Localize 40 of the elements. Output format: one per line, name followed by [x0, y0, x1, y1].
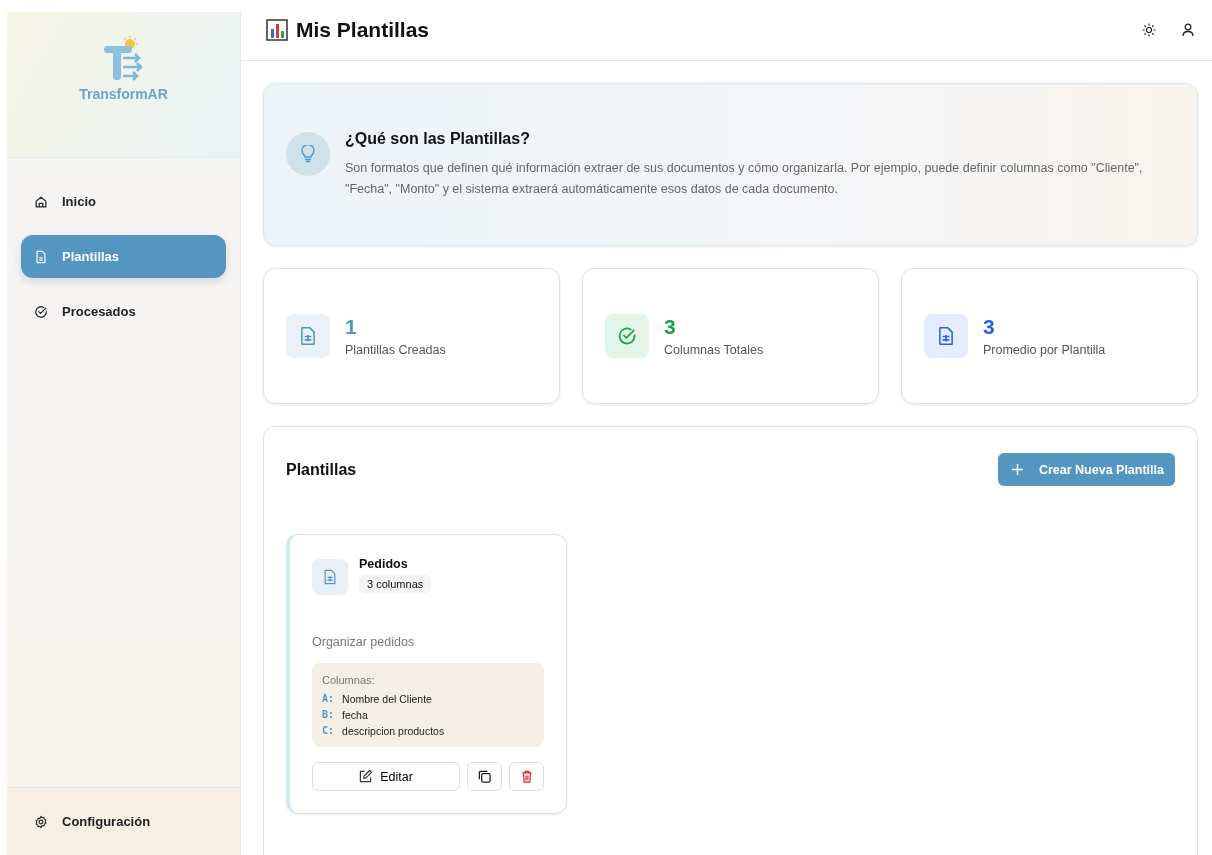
columns-label: Columnas: — [322, 674, 376, 686]
column-name: descripcion productos — [342, 725, 445, 737]
theme-toggle-button[interactable] — [1140, 21, 1158, 39]
column-letter: A: — [322, 693, 335, 705]
info-title: ¿Qué son las Plantillas? — [345, 129, 531, 148]
lightbulb-icon — [286, 131, 330, 176]
duplicate-button[interactable] — [467, 762, 502, 791]
sun-icon — [1142, 23, 1156, 37]
stat-value: 3 — [664, 315, 677, 339]
copy-icon — [478, 770, 491, 783]
column-name: fecha — [342, 709, 368, 721]
column-letter: C: — [322, 725, 335, 737]
document-icon — [312, 559, 348, 595]
column-count-badge: 3 columnas — [359, 575, 432, 593]
document-icon — [34, 249, 48, 264]
logo-text: TransformAR — [79, 86, 168, 102]
template-name: Pedidos — [359, 557, 408, 571]
column-letter: B: — [322, 709, 335, 721]
edit-icon — [359, 770, 373, 783]
stat-label: Promedio por Plantilla — [983, 343, 1106, 357]
user-button[interactable] — [1180, 21, 1196, 39]
template-description: Organizar pedidos — [312, 635, 416, 649]
trash-icon — [520, 770, 533, 783]
settings-icon — [34, 814, 48, 829]
stat-value: 1 — [345, 315, 358, 339]
delete-button[interactable] — [509, 762, 544, 791]
home-icon — [34, 194, 48, 209]
stat-label: Plantillas Creadas — [345, 343, 446, 357]
nav-item[interactable]: Inicio — [21, 180, 226, 223]
nav-item[interactable]: Procesados — [21, 290, 226, 333]
edit-button[interactable]: Editar — [312, 762, 460, 791]
bar-chart-icon — [266, 19, 288, 41]
stat-value: 3 — [983, 315, 996, 339]
stat-label: Columnas Totales — [664, 343, 764, 357]
user-icon — [1182, 23, 1194, 37]
page-title: Mis Plantillas — [296, 18, 430, 42]
info-text: Son formatos que definen qué información extraer de sus documentos y cómo organizarla. Por ejemplo, puede definir columnas como "Cliente", "Fecha", "Monto" y el sistema extraerá automáticamente esos datos de cada documento. — [345, 159, 1144, 198]
column-name: Nombre del Cliente — [342, 693, 432, 705]
section-title: Plantillas — [286, 460, 357, 479]
plus-icon — [1011, 464, 1023, 475]
